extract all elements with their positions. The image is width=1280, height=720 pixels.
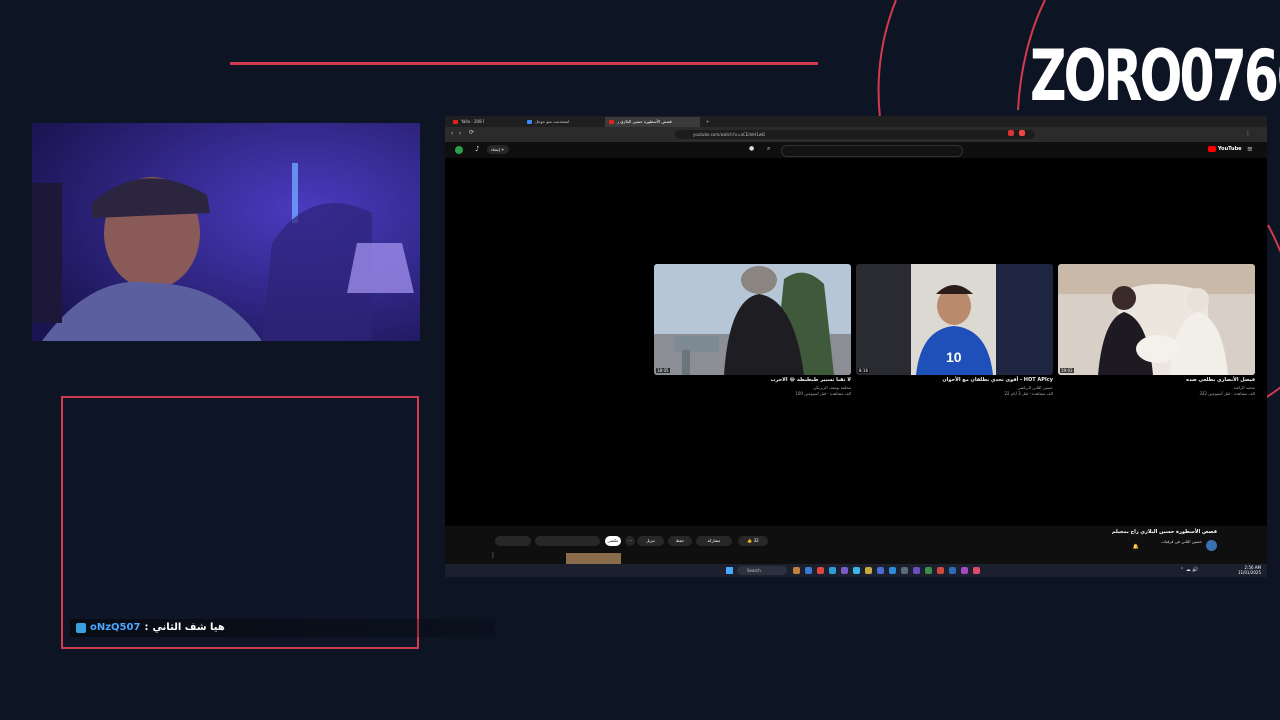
video-main-title: قصص الأسطورة حسين البلازي راح بمجيلم — [1111, 529, 1217, 535]
chat-separator: : — [144, 622, 149, 633]
create-button[interactable]: إنشاء + — [487, 145, 509, 154]
chip-filter[interactable] — [535, 536, 600, 546]
windows-taskbar: Search ⌃ ☁ 🔊 2:56 AM 11/01/2025 — [445, 564, 1267, 577]
windows-start-icon[interactable] — [726, 567, 733, 574]
video-thumbnail[interactable]: 10 8:16 — [856, 264, 1053, 375]
channel-name[interactable]: حسين الثاني في قرقيات — [1161, 539, 1202, 544]
extension-icon[interactable] — [1008, 130, 1014, 136]
chat-frame — [61, 396, 419, 649]
chat-text: هيا شف الثاني — [152, 622, 225, 633]
player-info-bar: قصص الأسطورة حسين البلازي راح بمجيلم حسي… — [445, 526, 1267, 564]
video-duration: 8:16 — [858, 368, 869, 373]
youtube-header: ♪ إنشاء + ● ⌕ YouTube ≡ — [445, 142, 1267, 158]
tab-label: استخدمت متو جوجل — [535, 119, 570, 124]
chip-filter[interactable] — [495, 536, 531, 546]
like-count: 32 — [753, 538, 759, 543]
browser-menu-icon[interactable]: ⋮ — [1245, 130, 1251, 137]
taskbar-app-icon[interactable] — [853, 567, 860, 574]
channel-avatar[interactable] — [1206, 540, 1217, 551]
taskbar-app-icon[interactable] — [901, 567, 908, 574]
video-meta: 100 الف مشاهدة - قبل اسبوعين — [795, 391, 851, 396]
reload-icon[interactable]: ⟳ — [469, 129, 474, 136]
video-meta: 22 الف مشاهدة - قبل 3 أيام — [1004, 391, 1053, 396]
video-duration: 19:03 — [1060, 368, 1074, 373]
tab-label: Yallo - 208 آ — [461, 119, 485, 124]
video-thumbnail[interactable]: 18:05 — [654, 264, 851, 375]
video-title[interactable]: لا تقنا تسبير طبطبطة 😂 الاحرب — [770, 377, 851, 384]
video-duration: 18:05 — [656, 368, 670, 373]
taskbar-app-icon[interactable] — [877, 567, 884, 574]
taskbar-clock[interactable]: 2:56 AM 11/01/2025 — [1238, 565, 1261, 575]
new-tab-button[interactable]: + — [703, 117, 715, 127]
taskbar-app-icon[interactable] — [805, 567, 812, 574]
taskbar-app-icon[interactable] — [961, 567, 968, 574]
video-meta: 322 الف مشاهدة - قبل أسبوعين — [1199, 391, 1255, 396]
screen-capture: Yallo - 208 آ استخدمت متو جوجل قصص الأسط… — [445, 116, 1267, 577]
next-video-thumbnail[interactable] — [566, 553, 621, 564]
overlay-accent-line — [230, 62, 818, 65]
url-field[interactable]: youtube.com/watch?v=aCEdeH1wB — [675, 130, 1035, 139]
taskbar-app-icon[interactable] — [973, 567, 980, 574]
share-button[interactable]: مشاركة — [696, 536, 732, 546]
more-options-icon[interactable]: ⋮ — [490, 552, 496, 559]
system-tray-icons[interactable]: ⌃ ☁ 🔊 — [1180, 567, 1199, 573]
taskbar-app-icon[interactable] — [913, 567, 920, 574]
subscribe-bell-icon[interactable]: 🔔 — [1133, 544, 1139, 550]
youtube-tab-icon — [453, 120, 458, 124]
taskbar-app-icon[interactable] — [949, 567, 956, 574]
taskbar-app-icon[interactable] — [829, 567, 836, 574]
youtube-tab-icon — [609, 120, 614, 124]
search-icon[interactable]: ⌕ — [767, 145, 770, 153]
youtube-logo-text: YouTube — [1218, 146, 1242, 152]
back-icon[interactable]: ‹ — [451, 130, 453, 137]
streamer-brand-logo: ZORO0766 — [1030, 35, 1280, 117]
taskbar-app-icon[interactable] — [793, 567, 800, 574]
taskbar-app-icon[interactable] — [937, 567, 944, 574]
chat-username: oNzQ507 — [90, 622, 141, 633]
youtube-play-icon — [1208, 146, 1216, 152]
like-button[interactable]: 👍 32 — [738, 536, 768, 546]
taskbar-search[interactable]: Search — [737, 566, 787, 575]
chip-filter[interactable]: مكتفى — [605, 536, 621, 546]
mic-icon[interactable]: ● — [749, 145, 754, 152]
browser-tab[interactable]: استخدمت متو جوجل — [523, 117, 603, 127]
extension-icon[interactable] — [1019, 130, 1025, 136]
save-button[interactable]: حفظ — [668, 536, 692, 546]
address-bar: ‹ › ⟳ youtube.com/watch?v=aCEdeH1wB ⋮ — [445, 127, 1267, 142]
taskbar-app-icon[interactable] — [889, 567, 896, 574]
more-button[interactable]: ⋯ — [625, 536, 635, 546]
forward-icon[interactable]: › — [459, 130, 461, 137]
taskbar-app-icon[interactable] — [925, 567, 932, 574]
video-title[interactable]: فيصل الأنصاري بطلعي ضده — [1186, 377, 1255, 384]
taskbar-app-icon[interactable] — [841, 567, 848, 574]
notifications-icon[interactable]: ♪ — [475, 145, 479, 153]
youtube-logo[interactable]: YouTube — [1208, 146, 1242, 152]
browser-tab-active[interactable]: قصص الأسطورة حسين البلازي ز — [605, 117, 700, 127]
video-thumbnail[interactable]: 19:03 — [1058, 264, 1255, 375]
taskbar-app-icon[interactable] — [817, 567, 824, 574]
browser-tab[interactable]: Yallo - 208 آ — [449, 117, 521, 127]
svg-text:10: 10 — [946, 349, 962, 365]
google-tab-icon — [527, 120, 532, 124]
download-button[interactable]: تنزيل — [637, 536, 664, 546]
menu-icon[interactable]: ≡ — [1247, 145, 1253, 153]
taskbar-app-icon[interactable] — [865, 567, 872, 574]
clock-date: 11/01/2025 — [1237, 570, 1261, 575]
tab-label: قصص الأسطورة حسين البلازي ز — [617, 119, 672, 124]
webcam-feed — [32, 123, 420, 341]
create-label: إنشاء — [491, 147, 500, 152]
video-title[interactable]: أقوى تحدي بطلقان مع الأخوان - HOT APIcy — [942, 377, 1053, 384]
browser-tab-bar: Yallo - 208 آ استخدمت متو جوجل قصص الأسط… — [445, 116, 1267, 127]
youtube-search-input[interactable] — [781, 145, 963, 157]
chat-message: oNzQ507 : هيا شف الثاني — [70, 619, 495, 637]
chat-badge-icon — [76, 623, 86, 633]
avatar[interactable] — [455, 146, 463, 154]
